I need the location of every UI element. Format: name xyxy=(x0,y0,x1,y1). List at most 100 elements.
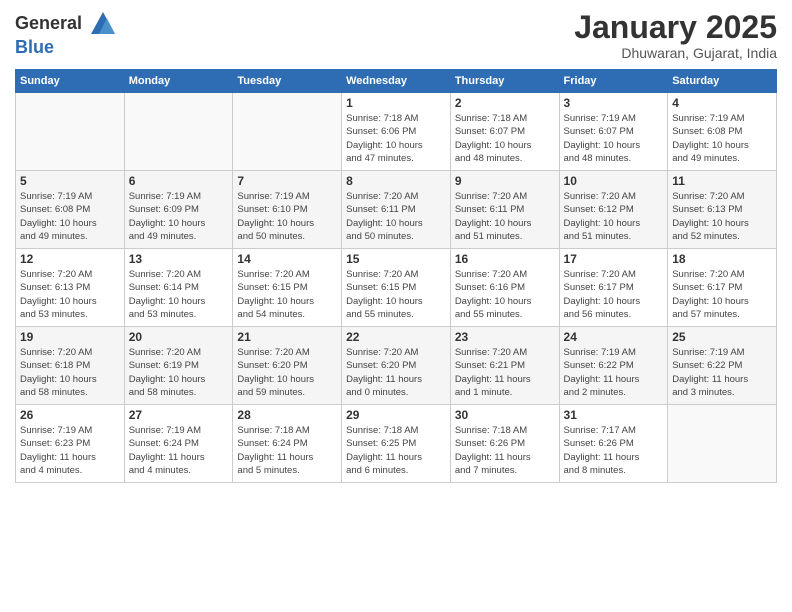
day-number: 6 xyxy=(129,174,229,188)
day-number: 23 xyxy=(455,330,555,344)
table-row: 5 Sunrise: 7:19 AMSunset: 6:08 PMDaylight… xyxy=(16,171,125,249)
table-row: 22Sunrise: 7:20 AMSunset: 6:20 PMDayligh… xyxy=(342,327,451,405)
table-row: 21 Sunrise: 7:20 AMSunset: 6:20 PMDayligh… xyxy=(233,327,342,405)
day-info: Sunrise: 7:20 AMSunset: 6:12 PMDaylight:… xyxy=(564,190,664,243)
day-info: Sunrise: 7:20 AMSunset: 6:18 PMDaylight:… xyxy=(20,346,120,399)
day-number: 29 xyxy=(346,408,446,422)
col-thursday: Thursday xyxy=(450,70,559,93)
day-number: 10 xyxy=(564,174,664,188)
calendar-header-row: Sunday Monday Tuesday Wednesday Thursday… xyxy=(16,70,777,93)
day-info: Sunrise: 7:20 AMSunset: 6:16 PMDaylight:… xyxy=(455,268,555,321)
day-info: Sunrise: 7:19 AMSunset: 6:22 PMDaylight:… xyxy=(564,346,664,399)
day-info: Sunrise: 7:19 AMSunset: 6:23 PMDaylight:… xyxy=(20,424,120,477)
day-number: 27 xyxy=(129,408,229,422)
logo-blue-text: Blue xyxy=(15,37,54,57)
day-number: 11 xyxy=(672,174,772,188)
table-row: 8Sunrise: 7:20 AMSunset: 6:11 PMDaylight… xyxy=(342,171,451,249)
day-number: 31 xyxy=(564,408,664,422)
day-info: Sunrise: 7:20 AMSunset: 6:11 PMDaylight:… xyxy=(455,190,555,243)
table-row: 4 Sunrise: 7:19 AMSunset: 6:08 PMDaylight… xyxy=(668,93,777,171)
table-row xyxy=(233,93,342,171)
table-row: 23Sunrise: 7:20 AMSunset: 6:21 PMDayligh… xyxy=(450,327,559,405)
day-info: Sunrise: 7:20 AMSunset: 6:17 PMDaylight:… xyxy=(672,268,772,321)
day-number: 24 xyxy=(564,330,664,344)
table-row: 9Sunrise: 7:20 AMSunset: 6:11 PMDaylight… xyxy=(450,171,559,249)
table-row: 15Sunrise: 7:20 AMSunset: 6:15 PMDayligh… xyxy=(342,249,451,327)
table-row: 27 Sunrise: 7:19 AMSunset: 6:24 PMDayligh… xyxy=(124,405,233,483)
col-sunday: Sunday xyxy=(16,70,125,93)
day-info: Sunrise: 7:17 AMSunset: 6:26 PMDaylight:… xyxy=(564,424,664,477)
table-row: 12Sunrise: 7:20 AMSunset: 6:13 PMDayligh… xyxy=(16,249,125,327)
calendar-week-row: 19Sunrise: 7:20 AMSunset: 6:18 PMDayligh… xyxy=(16,327,777,405)
col-tuesday: Tuesday xyxy=(233,70,342,93)
table-row: 16 Sunrise: 7:20 AMSunset: 6:16 PMDayligh… xyxy=(450,249,559,327)
table-row xyxy=(124,93,233,171)
table-row: 6 Sunrise: 7:19 AMSunset: 6:09 PMDaylight… xyxy=(124,171,233,249)
calendar-table: Sunday Monday Tuesday Wednesday Thursday… xyxy=(15,69,777,483)
day-info: Sunrise: 7:20 AMSunset: 6:15 PMDaylight:… xyxy=(237,268,337,321)
table-row: 14Sunrise: 7:20 AMSunset: 6:15 PMDayligh… xyxy=(233,249,342,327)
table-row: 11Sunrise: 7:20 AMSunset: 6:13 PMDayligh… xyxy=(668,171,777,249)
table-row: 20 Sunrise: 7:20 AMSunset: 6:19 PMDayligh… xyxy=(124,327,233,405)
table-row: 19Sunrise: 7:20 AMSunset: 6:18 PMDayligh… xyxy=(16,327,125,405)
calendar-week-row: 5 Sunrise: 7:19 AMSunset: 6:08 PMDaylight… xyxy=(16,171,777,249)
table-row: 24 Sunrise: 7:19 AMSunset: 6:22 PMDayligh… xyxy=(559,327,668,405)
calendar-week-row: 1 Sunrise: 7:18 AMSunset: 6:06 PMDaylight… xyxy=(16,93,777,171)
day-info: Sunrise: 7:18 AMSunset: 6:24 PMDaylight:… xyxy=(237,424,337,477)
table-row: 1 Sunrise: 7:18 AMSunset: 6:06 PMDaylight… xyxy=(342,93,451,171)
day-info: Sunrise: 7:18 AMSunset: 6:07 PMDaylight:… xyxy=(455,112,555,165)
table-row: 18 Sunrise: 7:20 AMSunset: 6:17 PMDayligh… xyxy=(668,249,777,327)
day-number: 17 xyxy=(564,252,664,266)
calendar-week-row: 26 Sunrise: 7:19 AMSunset: 6:23 PMDayligh… xyxy=(16,405,777,483)
day-info: Sunrise: 7:19 AMSunset: 6:08 PMDaylight:… xyxy=(672,112,772,165)
table-row: 26 Sunrise: 7:19 AMSunset: 6:23 PMDayligh… xyxy=(16,405,125,483)
table-row: 7 Sunrise: 7:19 AMSunset: 6:10 PMDaylight… xyxy=(233,171,342,249)
logo-icon xyxy=(89,10,117,38)
day-info: Sunrise: 7:20 AMSunset: 6:19 PMDaylight:… xyxy=(129,346,229,399)
table-row: 17 Sunrise: 7:20 AMSunset: 6:17 PMDayligh… xyxy=(559,249,668,327)
title-block: January 2025 Dhuwaran, Gujarat, India xyxy=(574,10,777,61)
table-row xyxy=(16,93,125,171)
table-row: 30Sunrise: 7:18 AMSunset: 6:26 PMDayligh… xyxy=(450,405,559,483)
calendar-week-row: 12Sunrise: 7:20 AMSunset: 6:13 PMDayligh… xyxy=(16,249,777,327)
location-subtitle: Dhuwaran, Gujarat, India xyxy=(574,45,777,61)
col-friday: Friday xyxy=(559,70,668,93)
day-info: Sunrise: 7:19 AMSunset: 6:08 PMDaylight:… xyxy=(20,190,120,243)
day-info: Sunrise: 7:19 AMSunset: 6:09 PMDaylight:… xyxy=(129,190,229,243)
day-number: 16 xyxy=(455,252,555,266)
day-number: 2 xyxy=(455,96,555,110)
table-row: 29 Sunrise: 7:18 AMSunset: 6:25 PMDayligh… xyxy=(342,405,451,483)
month-title: January 2025 xyxy=(574,10,777,45)
day-info: Sunrise: 7:19 AMSunset: 6:24 PMDaylight:… xyxy=(129,424,229,477)
day-info: Sunrise: 7:18 AMSunset: 6:06 PMDaylight:… xyxy=(346,112,446,165)
table-row xyxy=(668,405,777,483)
day-info: Sunrise: 7:19 AMSunset: 6:22 PMDaylight:… xyxy=(672,346,772,399)
day-info: Sunrise: 7:20 AMSunset: 6:20 PMDaylight:… xyxy=(237,346,337,399)
day-number: 28 xyxy=(237,408,337,422)
day-info: Sunrise: 7:18 AMSunset: 6:26 PMDaylight:… xyxy=(455,424,555,477)
logo: General Blue xyxy=(15,10,117,58)
day-info: Sunrise: 7:18 AMSunset: 6:25 PMDaylight:… xyxy=(346,424,446,477)
day-info: Sunrise: 7:20 AMSunset: 6:15 PMDaylight:… xyxy=(346,268,446,321)
day-number: 1 xyxy=(346,96,446,110)
day-info: Sunrise: 7:20 AMSunset: 6:20 PMDaylight:… xyxy=(346,346,446,399)
day-number: 3 xyxy=(564,96,664,110)
day-number: 4 xyxy=(672,96,772,110)
day-info: Sunrise: 7:20 AMSunset: 6:17 PMDaylight:… xyxy=(564,268,664,321)
table-row: 25Sunrise: 7:19 AMSunset: 6:22 PMDayligh… xyxy=(668,327,777,405)
day-number: 18 xyxy=(672,252,772,266)
day-number: 20 xyxy=(129,330,229,344)
day-number: 7 xyxy=(237,174,337,188)
day-info: Sunrise: 7:19 AMSunset: 6:10 PMDaylight:… xyxy=(237,190,337,243)
day-info: Sunrise: 7:19 AMSunset: 6:07 PMDaylight:… xyxy=(564,112,664,165)
day-info: Sunrise: 7:20 AMSunset: 6:13 PMDaylight:… xyxy=(20,268,120,321)
table-row: 13Sunrise: 7:20 AMSunset: 6:14 PMDayligh… xyxy=(124,249,233,327)
day-number: 5 xyxy=(20,174,120,188)
day-number: 26 xyxy=(20,408,120,422)
col-monday: Monday xyxy=(124,70,233,93)
page-header: General Blue January 2025 Dhuwaran, Guja… xyxy=(15,10,777,61)
table-row: 31 Sunrise: 7:17 AMSunset: 6:26 PMDayligh… xyxy=(559,405,668,483)
col-saturday: Saturday xyxy=(668,70,777,93)
day-number: 21 xyxy=(237,330,337,344)
logo-general-text: General xyxy=(15,13,82,33)
